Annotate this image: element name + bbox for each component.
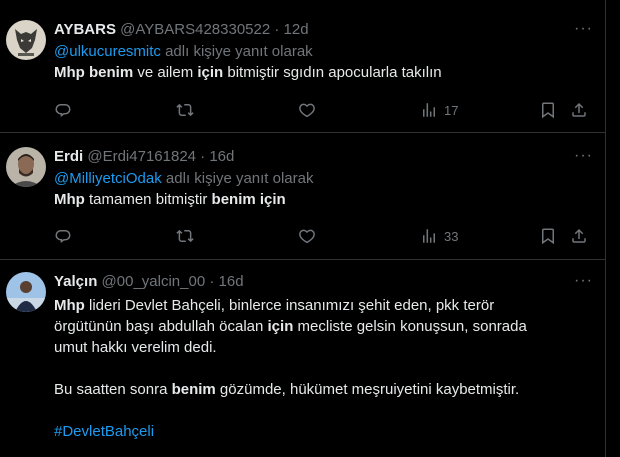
text-bold: için (267, 318, 294, 335)
text-bold: Mhp benim (54, 64, 134, 81)
timestamp[interactable]: 16d (209, 148, 234, 165)
more-options-icon[interactable]: ··· (574, 273, 593, 289)
reply-button[interactable] (54, 226, 72, 246)
reply-icon (55, 103, 71, 117)
tweet-reply-1[interactable]: AYBARS @AYBARS428330522 · 12d ··· @ulkuc… (0, 0, 605, 132)
tweet-3[interactable]: Yalçın @00_yalcin_00 · 16d ··· Mhp lider… (0, 260, 605, 457)
bookmark-button[interactable] (539, 226, 557, 246)
share-icon (572, 228, 586, 243)
retweet-button[interactable] (176, 100, 194, 120)
retweet-icon (176, 229, 194, 243)
author-name[interactable]: Erdi (54, 148, 83, 165)
text-plain: lideri Devlet Bahçeli, binlerce insanımı… (84, 297, 495, 314)
reply-mention-link[interactable]: @MilliyetciOdak (54, 170, 162, 187)
dot-separator: · (274, 21, 280, 38)
tweet-text: Mhp benim ve ailem için bitmiştir sgıdın… (54, 62, 593, 83)
reply-context: @ulkucuresmitc adlı kişiye yanıt olarak (54, 42, 593, 62)
more-options-icon[interactable]: ··· (574, 21, 593, 37)
dot-separator: · (209, 273, 215, 290)
hashtag-link[interactable]: #DevletBahçeli (54, 423, 154, 440)
tweet-text: Mhp tamamen bitmiştir benim için (54, 189, 593, 210)
tweet-header: AYBARS @AYBARS428330522 · 12d (54, 20, 593, 40)
reply-context-text: adlı kişiye yanıt olarak (165, 170, 314, 187)
author-handle[interactable]: @00_yalcin_00 (102, 273, 206, 290)
tweet-header: Yalçın @00_yalcin_00 · 16d (54, 272, 593, 292)
tweet-reply-2[interactable]: Erdi @Erdi47161824 · 16d ··· @Milliyetci… (0, 133, 605, 259)
text-plain: örgütünün başı abdullah öcalan (54, 318, 268, 335)
author-name[interactable]: AYBARS (54, 21, 116, 38)
text-plain: ve ailem (133, 64, 198, 81)
views-icon (423, 229, 435, 243)
text-bold: Mhp (54, 297, 85, 314)
avatar-aybars[interactable] (6, 20, 46, 60)
text-bold: için (197, 64, 224, 81)
text-bold: Mhp (54, 191, 85, 208)
reply-icon (55, 229, 71, 243)
tweet-line: Bu saatten sonra benim gözümde, hükümet … (54, 379, 593, 400)
text-plain: Bu saatten sonra (54, 381, 172, 398)
author-handle[interactable]: @AYBARS428330522 (120, 21, 270, 38)
like-button[interactable] (298, 226, 316, 246)
tweet-line: Mhp lideri Devlet Bahçeli, binlerce insa… (54, 295, 593, 316)
views-button[interactable]: 33 (420, 226, 458, 246)
text-plain: bitmiştir sgıdın apocularla takılın (223, 64, 442, 81)
more-options-icon[interactable]: ··· (574, 148, 593, 164)
retweet-button[interactable] (176, 226, 194, 246)
bookmark-icon (542, 228, 554, 245)
views-count: 33 (444, 228, 459, 244)
retweet-icon (176, 103, 194, 117)
avatar-erdi[interactable] (6, 147, 46, 187)
tweet-actions: 33 (54, 226, 593, 246)
reply-context: @MilliyetciOdak adlı kişiye yanıt olarak (54, 169, 593, 189)
like-icon (299, 103, 315, 118)
bookmark-button[interactable] (539, 100, 557, 120)
reply-mention-link[interactable]: @ulkucuresmitc (54, 43, 161, 60)
author-handle[interactable]: @Erdi47161824 (87, 148, 196, 165)
tweet-line: umut hakkı verelim dedi. (54, 337, 593, 358)
timestamp[interactable]: 16d (219, 273, 244, 290)
text-plain: gözümde, hükümet meşruiyetini kaybetmişt… (215, 381, 520, 398)
bookmark-icon (542, 102, 554, 119)
views-icon (423, 103, 435, 117)
text-plain: tamamen bitmiştir (84, 191, 212, 208)
text-plain: umut hakkı verelim dedi. (54, 339, 217, 356)
share-icon (572, 102, 586, 117)
author-name[interactable]: Yalçın (54, 273, 97, 290)
tweet-actions: 17 (54, 100, 593, 120)
share-button[interactable] (570, 226, 588, 246)
text-plain: mecliste gelsin konuşsun, sonrada (293, 318, 527, 335)
reply-context-text: adlı kişiye yanıt olarak (165, 43, 313, 60)
tweet-line: #DevletBahçeli (54, 421, 593, 442)
dot-separator: · (200, 148, 206, 165)
tweet-text: Mhp lideri Devlet Bahçeli, binlerce insa… (54, 295, 593, 442)
timestamp[interactable]: 12d (284, 21, 309, 38)
views-count: 17 (444, 102, 459, 118)
reply-button[interactable] (54, 100, 72, 120)
text-bold: benim için (211, 191, 286, 208)
like-button[interactable] (298, 100, 316, 120)
tweet-line: örgütünün başı abdullah öcalan için mecl… (54, 316, 593, 337)
avatar-yalcin[interactable] (6, 272, 46, 312)
tweet-header: Erdi @Erdi47161824 · 16d (54, 147, 593, 167)
text-bold: benim (171, 381, 216, 398)
column-border (605, 0, 606, 457)
views-button[interactable]: 17 (420, 100, 458, 120)
share-button[interactable] (570, 100, 588, 120)
like-icon (299, 229, 315, 244)
